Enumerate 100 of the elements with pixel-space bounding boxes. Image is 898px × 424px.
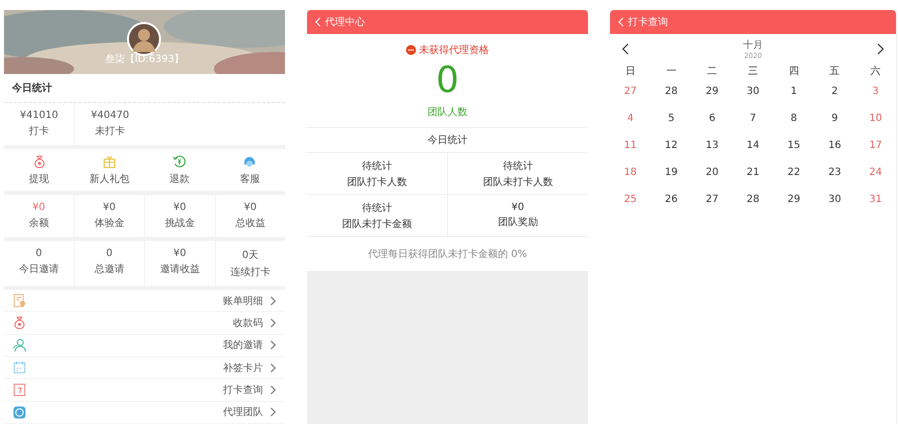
calendar-day[interactable]: 16	[828, 140, 842, 151]
menu-label: 收款码	[233, 316, 263, 330]
menu-item[interactable]: 账单明细	[4, 290, 285, 312]
team-count: 0	[436, 63, 459, 99]
menu-label: 代理团队	[223, 406, 263, 420]
chevron-right-icon	[269, 362, 277, 373]
stat-value: 0	[106, 248, 112, 259]
calendar-day[interactable]: 22	[787, 167, 800, 178]
stat-value: 待统计	[362, 160, 392, 172]
stat-label: 总邀请	[94, 262, 124, 276]
section-title: 今日统计	[4, 74, 285, 103]
stat-value: ¥0	[173, 248, 186, 259]
header-title: 代理中心	[325, 16, 365, 29]
stat-label: 团队未打卡金额	[342, 218, 412, 230]
stat-value: ¥0	[511, 202, 524, 213]
weekday-label: 日	[624, 65, 636, 79]
previous-month-icon[interactable]	[622, 43, 630, 55]
stat-label: 团队奖励	[498, 216, 538, 229]
money-bag-icon	[32, 154, 47, 169]
calendar-day[interactable]: 9	[832, 113, 838, 124]
stat-value: 待统计	[502, 160, 533, 172]
menu-item[interactable]: 补签卡片	[4, 356, 285, 380]
shortcut-item[interactable]: 退款	[144, 148, 215, 191]
back-icon[interactable]	[315, 17, 321, 27]
menu-label: 打卡查询	[223, 384, 263, 397]
calendar-day[interactable]: 20	[706, 167, 718, 178]
menu-item[interactable]: 打卡查询	[4, 379, 285, 402]
chevron-right-icon	[269, 340, 277, 350]
calendar-day[interactable]: 30	[746, 86, 760, 97]
amount-label: 余额	[28, 216, 49, 230]
amount-value: ¥0	[102, 202, 116, 213]
team-count-label: 团队人数	[428, 106, 468, 119]
status-text: 未获得代理资格	[419, 44, 489, 57]
weekday-label: 一	[665, 65, 678, 79]
shortcut-item[interactable]: 客服	[214, 148, 285, 191]
stat-value: ¥40470	[90, 110, 130, 121]
calendar-day[interactable]: 27	[706, 194, 718, 205]
shortcut-item[interactable]: 提现	[4, 148, 74, 191]
amount-value: ¥0	[173, 202, 186, 213]
calendar-day[interactable]: 29	[706, 86, 718, 97]
calendar-day[interactable]: 13	[706, 140, 718, 151]
calendar-day[interactable]: 12	[664, 140, 678, 151]
calendar-day[interactable]: 6	[708, 113, 716, 124]
weekday-label: 五	[828, 65, 841, 79]
header-title: 打卡查询	[628, 16, 668, 29]
stat-value: 待统计	[362, 202, 392, 214]
calendar-day[interactable]: 26	[664, 194, 678, 205]
weekday-label: 三	[746, 65, 759, 79]
gift-icon	[102, 154, 117, 169]
stat-label: 团队打卡人数	[346, 176, 407, 188]
calendar-icon	[12, 382, 27, 398]
weekday-label: 四	[788, 65, 800, 79]
weekday-label: 六	[870, 64, 882, 79]
stat-label: 未打卡	[95, 124, 125, 138]
calendar-day[interactable]: 7	[750, 113, 756, 124]
chevron-right-icon	[269, 407, 277, 418]
status-icon	[406, 45, 416, 55]
refund-icon	[172, 154, 188, 169]
menu-item[interactable]: 收款码	[4, 312, 285, 335]
amount-label: 总收益	[235, 216, 266, 230]
amount-label: 体验金	[94, 216, 124, 230]
user-name: 叁柒【ID:6393】	[104, 52, 184, 66]
next-month-icon[interactable]	[876, 43, 884, 55]
stat-label: 打卡	[29, 124, 49, 138]
stat-value: 0	[36, 248, 42, 259]
stat-label: 连续打卡	[230, 266, 270, 279]
stat-label: 今日邀请	[18, 262, 59, 276]
calendar-day[interactable]: 29	[787, 194, 800, 205]
calendar-day[interactable]: 21	[746, 167, 760, 178]
money-bag-icon	[12, 315, 27, 330]
chevron-right-icon	[269, 384, 277, 395]
calendar-day[interactable]: 15	[787, 140, 800, 151]
menu-label: 补签卡片	[223, 362, 263, 375]
menu-item[interactable]: 我的邀请	[4, 334, 285, 357]
calendar-day[interactable]: 28	[746, 194, 760, 205]
calendar-day[interactable]: 19	[664, 167, 678, 178]
back-icon[interactable]	[618, 17, 624, 27]
menu-item[interactable]: 代理团队	[4, 402, 285, 424]
menu-label: 账单明细	[223, 294, 263, 308]
chevron-right-icon	[269, 318, 277, 328]
chevron-right-icon	[269, 296, 277, 306]
people-icon	[12, 338, 27, 353]
calendar-day[interactable]: 14	[746, 140, 760, 151]
weekday-label: 二	[706, 65, 718, 79]
amount-label: 挑战金	[164, 216, 195, 230]
note-text: 代理每日获得团队未打卡金额的 0%	[368, 248, 528, 262]
stat-value: 0天	[242, 248, 258, 262]
calendar-day[interactable]: 2	[832, 86, 838, 97]
calendar-day[interactable]: 1	[790, 86, 798, 97]
amount-value: ¥0	[244, 202, 257, 213]
calendar-day[interactable]: 30	[828, 194, 842, 205]
calendar-day[interactable]: 5	[668, 113, 674, 124]
calendar-day[interactable]: 28	[664, 86, 678, 97]
calendar-day[interactable]: 23	[828, 167, 842, 178]
amount-value: ¥0	[32, 202, 46, 213]
stat-label: 邀请收益	[160, 262, 200, 276]
calendar-day[interactable]: 8	[790, 113, 798, 124]
menu-label: 我的邀请	[223, 338, 263, 352]
shortcut-item[interactable]: 新人礼包	[74, 148, 144, 191]
card-calendar-icon	[12, 360, 27, 376]
